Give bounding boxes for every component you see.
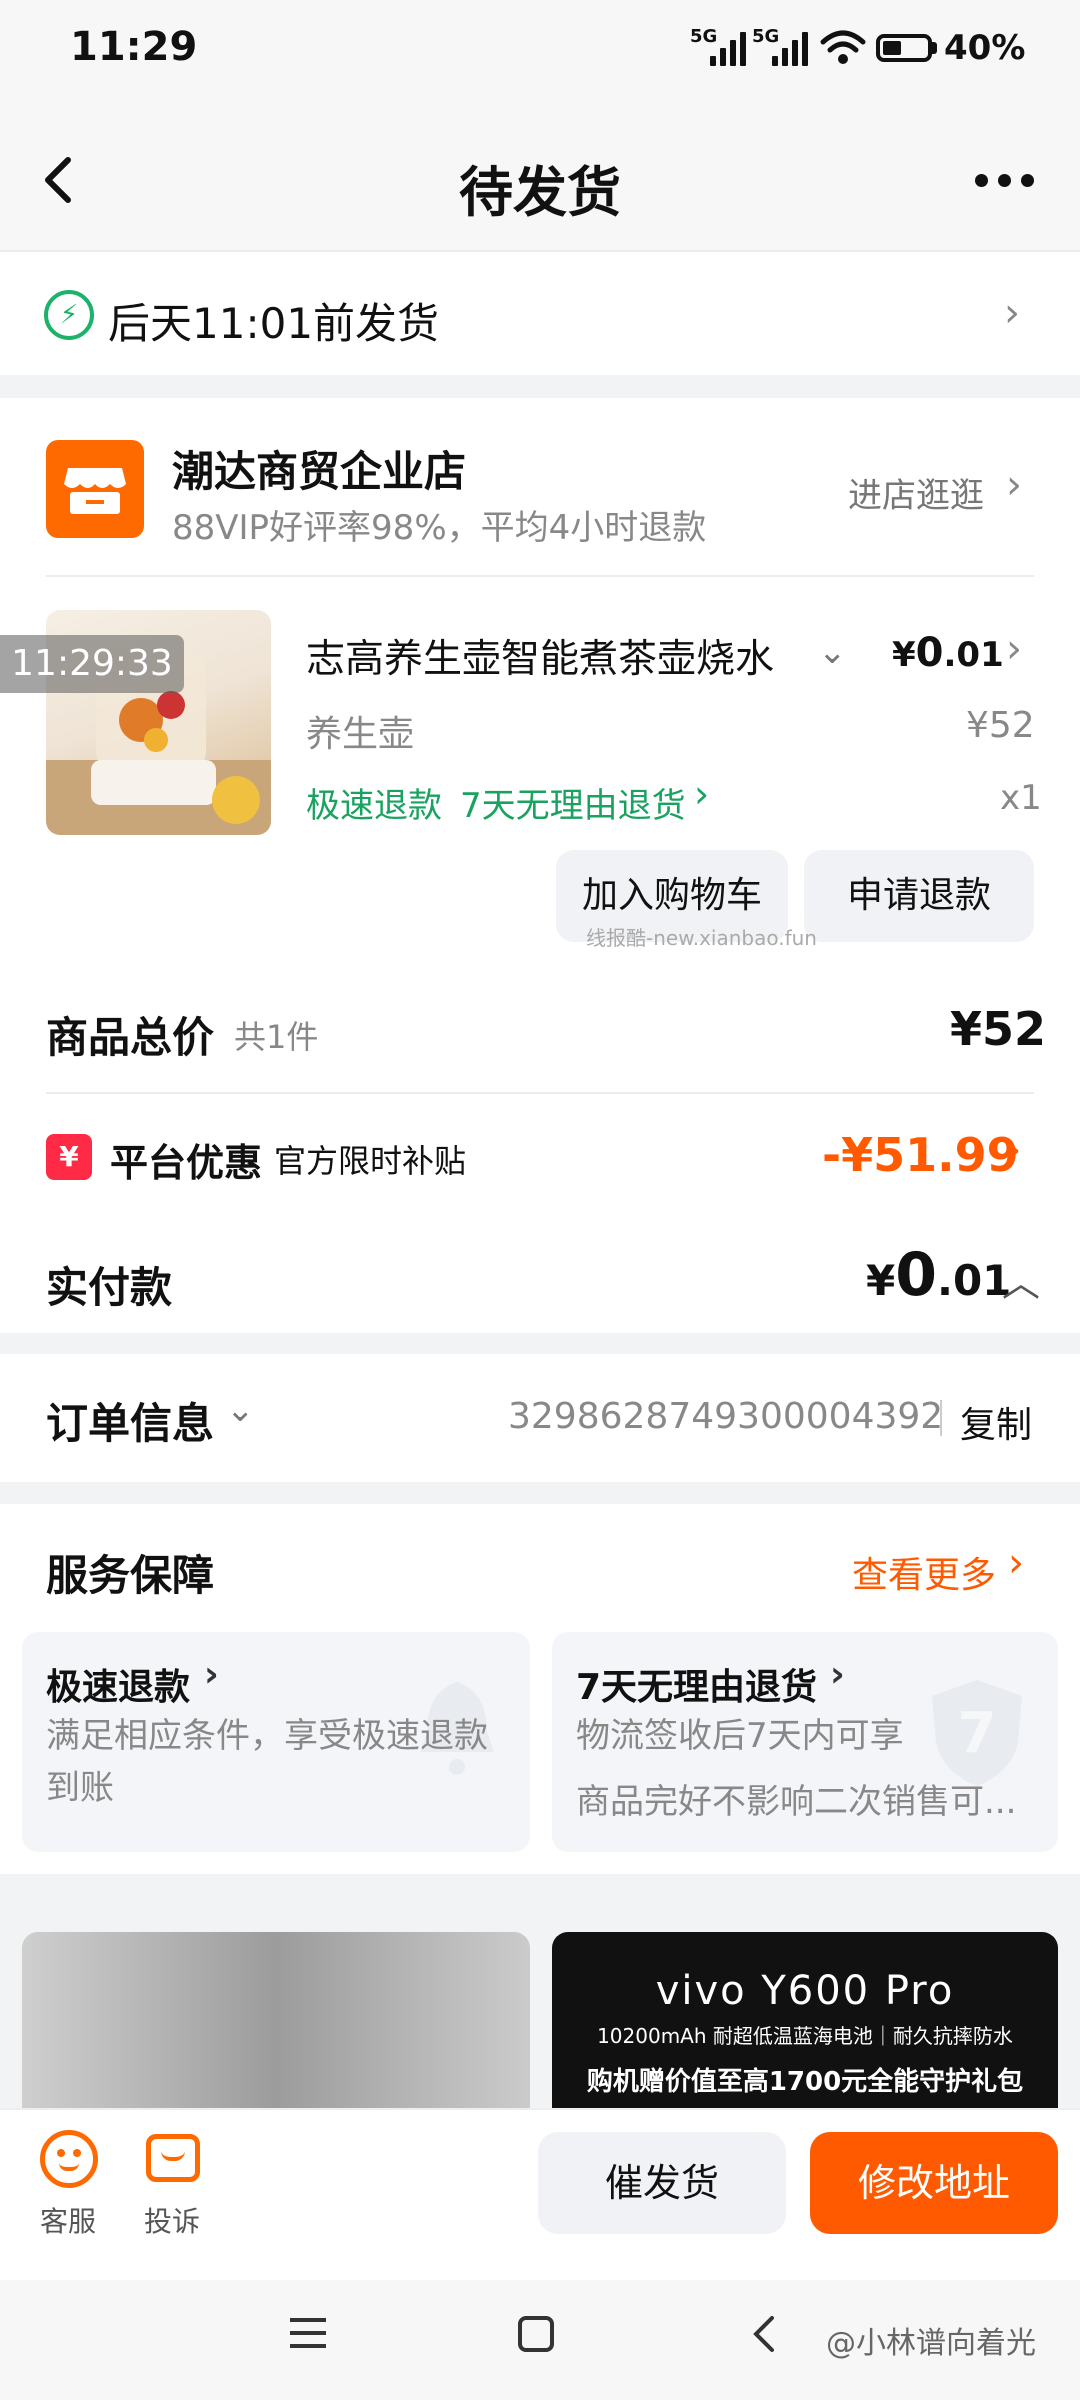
separator	[940, 1400, 942, 1436]
paid-label: 实付款	[46, 1263, 173, 1312]
delivery-chevron-icon: ›	[1004, 290, 1020, 336]
ad-brand: vivo Y600 Pro	[655, 1968, 955, 2014]
complaint-icon[interactable]	[146, 2134, 200, 2182]
tag-fast-refund[interactable]: 极速退款	[306, 778, 442, 827]
total-value: ¥52	[950, 1002, 1047, 1056]
system-back-icon[interactable]	[746, 2312, 780, 2356]
shield-icon: 7	[932, 1680, 1022, 1786]
battery-percent: 40%	[944, 28, 1026, 68]
complaint-label[interactable]: 投诉	[144, 2200, 200, 2240]
order-info-expand-icon[interactable]: ⌄	[226, 1390, 255, 1430]
customer-service-label[interactable]: 客服	[40, 2200, 96, 2240]
service-title: 服务保障	[46, 1551, 215, 1600]
original-price: ¥52	[966, 705, 1035, 746]
visit-shop-link[interactable]: 进店逛逛	[848, 468, 984, 517]
order-info-label[interactable]: 订单信息	[46, 1390, 214, 1451]
ad-banner-left[interactable]	[22, 1932, 530, 2112]
page-title: 待发货	[459, 161, 621, 224]
divider	[46, 1092, 1034, 1094]
shop-logo[interactable]	[46, 440, 144, 538]
customer-service-icon[interactable]	[40, 2130, 98, 2188]
menu-icon[interactable]	[290, 2318, 326, 2348]
lightning-icon: ⚡	[44, 290, 94, 340]
signal-icon-1	[710, 30, 746, 66]
more-icon[interactable]	[975, 160, 1055, 200]
battery-icon	[876, 34, 932, 62]
copy-button[interactable]: 复制	[960, 1396, 1032, 1448]
discount-subtitle: 官方限时补贴	[274, 1142, 467, 1180]
service-item-desc: 商品完好不影响二次销售可...	[576, 1782, 1017, 1822]
product-price: ¥0.01	[892, 630, 1004, 676]
service-item-chevron-icon: ›	[204, 1654, 219, 1695]
ad-line2: 购机赠价值至高1700元全能守护礼包	[586, 2067, 1024, 2097]
shop-chevron-icon: ›	[1006, 462, 1022, 508]
shop-subtitle: 88VIP好评率98%，平均4小时退款	[172, 508, 707, 548]
tag-chevron-icon: ›	[694, 772, 710, 816]
wifi-icon	[820, 30, 866, 64]
price-symbol: ¥	[892, 635, 916, 675]
service-item-desc: 满足相应条件，享受极速退款	[46, 1716, 488, 1756]
watermark-text: 线报酷-new.xianbao.fun	[586, 926, 817, 950]
product-title[interactable]: 志高养生壶智能煮茶壶烧水	[306, 628, 796, 684]
price-dec: .01	[943, 635, 1004, 675]
battery-tip	[932, 42, 937, 54]
divider	[46, 575, 1034, 577]
ad-banner-right[interactable]: vivo Y600 Pro 10200mAh 耐超低温蓝海电池｜耐久抗摔防水 购…	[552, 1932, 1058, 2112]
price-int: 0	[915, 630, 944, 676]
coupon-icon: ¥	[46, 1134, 92, 1180]
product-qty: x1	[1000, 778, 1042, 818]
service-item-chevron-icon: ›	[830, 1654, 845, 1695]
shop-name[interactable]: 潮达商贸企业店	[172, 438, 466, 499]
total-label: 商品总价	[46, 1013, 215, 1062]
collapse-icon[interactable]: ︿	[1002, 1252, 1040, 1307]
expand-icon[interactable]: ⌄	[818, 632, 847, 672]
watermark-weibo: @小林谱向着光	[826, 2326, 1036, 2361]
paid-value: ¥0.01	[866, 1240, 1011, 1310]
service-item-title: 7天无理由退货	[576, 1667, 818, 1708]
signal-icon-2	[772, 30, 808, 66]
paid-dec: .01	[936, 1256, 1012, 1305]
urge-shipping-button[interactable]: 催发货	[538, 2132, 786, 2234]
order-number: 3298628749300004392	[508, 1396, 944, 1437]
paid-int: 0	[895, 1240, 937, 1310]
status-time: 11:29	[70, 24, 198, 70]
discount-value[interactable]: -¥51.99	[822, 1128, 1019, 1182]
service-item-title: 极速退款	[46, 1667, 191, 1708]
service-item-desc: 到账	[46, 1768, 114, 1808]
price-chevron-icon: ›	[1006, 626, 1022, 672]
svg-text:7: 7	[958, 1701, 997, 1766]
discount-label: 平台优惠	[110, 1141, 263, 1185]
screenshot-timestamp: 11:29:33	[0, 635, 184, 693]
service-more-link[interactable]: 查看更多	[852, 1546, 996, 1598]
request-refund-button[interactable]: 申请退款	[804, 850, 1034, 942]
delivery-text: 后天11:01前发货	[108, 299, 440, 348]
home-icon[interactable]	[518, 2316, 554, 2352]
paid-symbol: ¥	[866, 1256, 896, 1305]
tag-7day-return[interactable]: 7天无理由退货	[460, 778, 686, 827]
service-item-desc: 物流签收后7天内可享	[576, 1716, 904, 1756]
service-more-chevron-icon: ›	[1008, 1540, 1024, 1586]
ad-line1: 10200mAh 耐超低温蓝海电池｜耐久抗摔防水	[597, 2024, 1013, 2048]
discount-chevron-icon: ›	[1004, 1124, 1022, 1175]
total-count: 共1件	[234, 1018, 319, 1056]
product-spec: 养生壶	[306, 714, 415, 755]
change-address-button[interactable]: 修改地址	[810, 2132, 1058, 2234]
